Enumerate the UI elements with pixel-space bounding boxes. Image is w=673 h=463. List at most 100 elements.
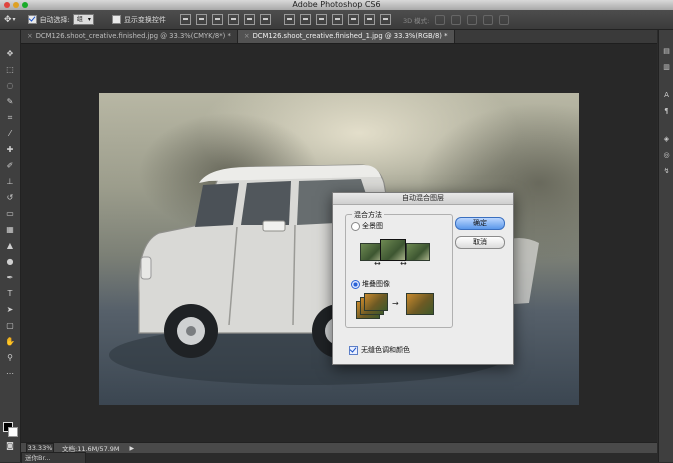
align-top-icon[interactable] xyxy=(179,14,191,25)
stack-preview-icon: → xyxy=(356,293,446,325)
panorama-label: 全景图 xyxy=(362,222,383,230)
window-controls xyxy=(4,2,28,8)
tools-panel: ✥ ⬚ ◌ ✎ ⌗ ⁄ ✚ ✐ ⊥ ↺ ▭ ▦ ▲ ● ✒ T ➤ ▢ ✋ ⚲ … xyxy=(0,30,21,462)
chevron-down-icon: ▾ xyxy=(12,16,16,23)
distribute-vcenter-icon[interactable] xyxy=(299,14,311,25)
show-transform-label: 显示变换控件 xyxy=(123,15,166,24)
tab-label: DCM126.shoot_creative.finished.jpg @ 33.… xyxy=(35,32,231,40)
align-buttons xyxy=(179,14,391,25)
history-panel-icon[interactable]: ▤ xyxy=(662,46,671,55)
type-tool-icon[interactable]: T xyxy=(4,288,16,299)
align-left-icon[interactable] xyxy=(227,14,239,25)
maximize-window-button[interactable] xyxy=(22,2,28,8)
zoom-tool-icon[interactable]: ⚲ xyxy=(4,352,16,363)
path-select-tool-icon[interactable]: ➤ xyxy=(4,304,16,315)
align-right-icon[interactable] xyxy=(259,14,271,25)
eraser-tool-icon[interactable]: ▭ xyxy=(4,208,16,219)
quick-select-tool-icon[interactable]: ✎ xyxy=(4,96,16,107)
hand-tool-icon[interactable]: ✋ xyxy=(4,336,16,347)
tool-options-bar: ✥ ▾ 自动选择: 组 显示变换控件 3D 模式: xyxy=(0,10,673,30)
align-hcenter-icon[interactable] xyxy=(243,14,255,25)
minimize-window-button[interactable] xyxy=(13,2,19,8)
drag-3d-icon[interactable] xyxy=(467,14,478,25)
properties-panel-icon[interactable]: ▥ xyxy=(662,62,671,71)
move-tool-preset[interactable]: ✥ ▾ xyxy=(4,15,16,25)
extra-tools-icon[interactable]: ⋯ xyxy=(4,368,16,379)
option-stack-images[interactable]: 堆叠图像 xyxy=(351,279,390,289)
history-brush-tool-icon[interactable]: ↺ xyxy=(4,192,16,203)
mini-bridge-tab[interactable]: 迷你Br... xyxy=(21,452,86,463)
panorama-preview-icon: ↔ ↔ xyxy=(360,237,440,269)
dodge-tool-icon[interactable]: ● xyxy=(4,256,16,267)
layers-panel-icon[interactable]: ◈ xyxy=(662,134,671,143)
panorama-radio[interactable] xyxy=(351,221,360,231)
auto-blend-layers-dialog: 自动混合图层 混合方法 全景图 ↔ ↔ 堆叠图像 → 确定 取消 无缝色调和颜色 xyxy=(332,192,514,365)
arrow-right-icon: → xyxy=(392,299,399,308)
character-panel-icon[interactable]: A xyxy=(662,90,671,99)
seamless-tones-checkbox[interactable] xyxy=(349,345,358,355)
healing-brush-tool-icon[interactable]: ✚ xyxy=(4,144,16,155)
auto-select-checkbox[interactable] xyxy=(27,15,37,24)
document-tabs: × DCM126.shoot_creative.finished.jpg @ 33… xyxy=(21,30,657,44)
tab-document-2[interactable]: × DCM126.shoot_creative.finished_1.jpg @ … xyxy=(237,30,455,43)
background-color-swatch[interactable] xyxy=(8,427,18,437)
mode-3d-buttons xyxy=(435,14,510,25)
auto-select-group: 自动选择: 组 xyxy=(27,14,94,25)
window-titlebar: Adobe Photoshop CS6 xyxy=(0,0,673,10)
collapsed-panels: ▤ ▥ A ¶ ◈ ◎ ↯ xyxy=(658,30,673,462)
dialog-title: 自动混合图层 xyxy=(333,193,513,205)
scale-3d-icon[interactable] xyxy=(499,14,510,25)
seamless-tones-option[interactable]: 无缝色调和颜色 xyxy=(349,345,410,355)
ok-button[interactable]: 确定 xyxy=(455,217,505,230)
gradient-tool-icon[interactable]: ▦ xyxy=(4,224,16,235)
paths-panel-icon[interactable]: ↯ xyxy=(662,166,671,175)
distribute-right-icon[interactable] xyxy=(363,14,375,25)
distribute-hcenter-icon[interactable] xyxy=(347,14,359,25)
close-tab-icon[interactable]: × xyxy=(27,32,33,40)
move-tool-icon[interactable]: ✥ xyxy=(4,48,16,59)
eyedropper-tool-icon[interactable]: ⁄ xyxy=(4,128,16,139)
slide-3d-icon[interactable] xyxy=(483,14,494,25)
stack-images-radio[interactable] xyxy=(351,279,360,289)
distribute-bottom-icon[interactable] xyxy=(315,14,327,25)
status-menu-arrow-icon[interactable]: ▶ xyxy=(130,445,135,452)
quick-mask-icon[interactable]: ◙ xyxy=(4,440,16,451)
arrow-icon: ↔ xyxy=(400,259,407,268)
shape-tool-icon[interactable]: ▢ xyxy=(4,320,16,331)
distribute-top-icon[interactable] xyxy=(283,14,295,25)
align-bottom-icon[interactable] xyxy=(211,14,223,25)
show-transform-checkbox[interactable] xyxy=(111,15,121,24)
crop-tool-icon[interactable]: ⌗ xyxy=(4,112,16,123)
close-window-button[interactable] xyxy=(4,2,10,8)
auto-select-label: 自动选择: xyxy=(39,15,70,24)
tab-document-1[interactable]: × DCM126.shoot_creative.finished.jpg @ 33… xyxy=(21,30,238,43)
cancel-button[interactable]: 取消 xyxy=(455,236,505,249)
blend-method-group: 混合方法 全景图 ↔ ↔ 堆叠图像 → xyxy=(345,210,453,328)
clone-stamp-tool-icon[interactable]: ⊥ xyxy=(4,176,16,187)
paragraph-panel-icon[interactable]: ¶ xyxy=(662,106,671,115)
seamless-tones-label: 无缝色调和颜色 xyxy=(361,346,410,354)
status-bar: 33.33% 文档:11.6M/57.9M ▶ xyxy=(21,442,657,453)
auto-align-icon[interactable] xyxy=(379,14,391,25)
option-panorama[interactable]: 全景图 xyxy=(351,221,383,231)
mode-3d-label: 3D 模式: xyxy=(402,16,430,25)
auto-select-dropdown[interactable]: 组 xyxy=(72,14,94,25)
roll-3d-icon[interactable] xyxy=(451,14,462,25)
window-title: Adobe Photoshop CS6 xyxy=(292,0,381,9)
close-tab-icon[interactable]: × xyxy=(244,32,250,40)
lasso-tool-icon[interactable]: ◌ xyxy=(4,80,16,91)
arrow-icon: ↔ xyxy=(374,259,381,268)
tab-label: DCM126.shoot_creative.finished_1.jpg @ 3… xyxy=(252,32,448,40)
pen-tool-icon[interactable]: ✒ xyxy=(4,272,16,283)
brush-tool-icon[interactable]: ✐ xyxy=(4,160,16,171)
stack-images-label: 堆叠图像 xyxy=(362,280,390,288)
move-icon: ✥ xyxy=(4,14,12,25)
align-vcenter-icon[interactable] xyxy=(195,14,207,25)
rotate-3d-icon[interactable] xyxy=(435,14,446,25)
marquee-tool-icon[interactable]: ⬚ xyxy=(4,64,16,75)
channels-panel-icon[interactable]: ◎ xyxy=(662,150,671,159)
show-transform-group: 显示变换控件 xyxy=(111,15,166,25)
blur-tool-icon[interactable]: ▲ xyxy=(4,240,16,251)
distribute-left-icon[interactable] xyxy=(331,14,343,25)
blend-method-label: 混合方法 xyxy=(352,210,384,220)
